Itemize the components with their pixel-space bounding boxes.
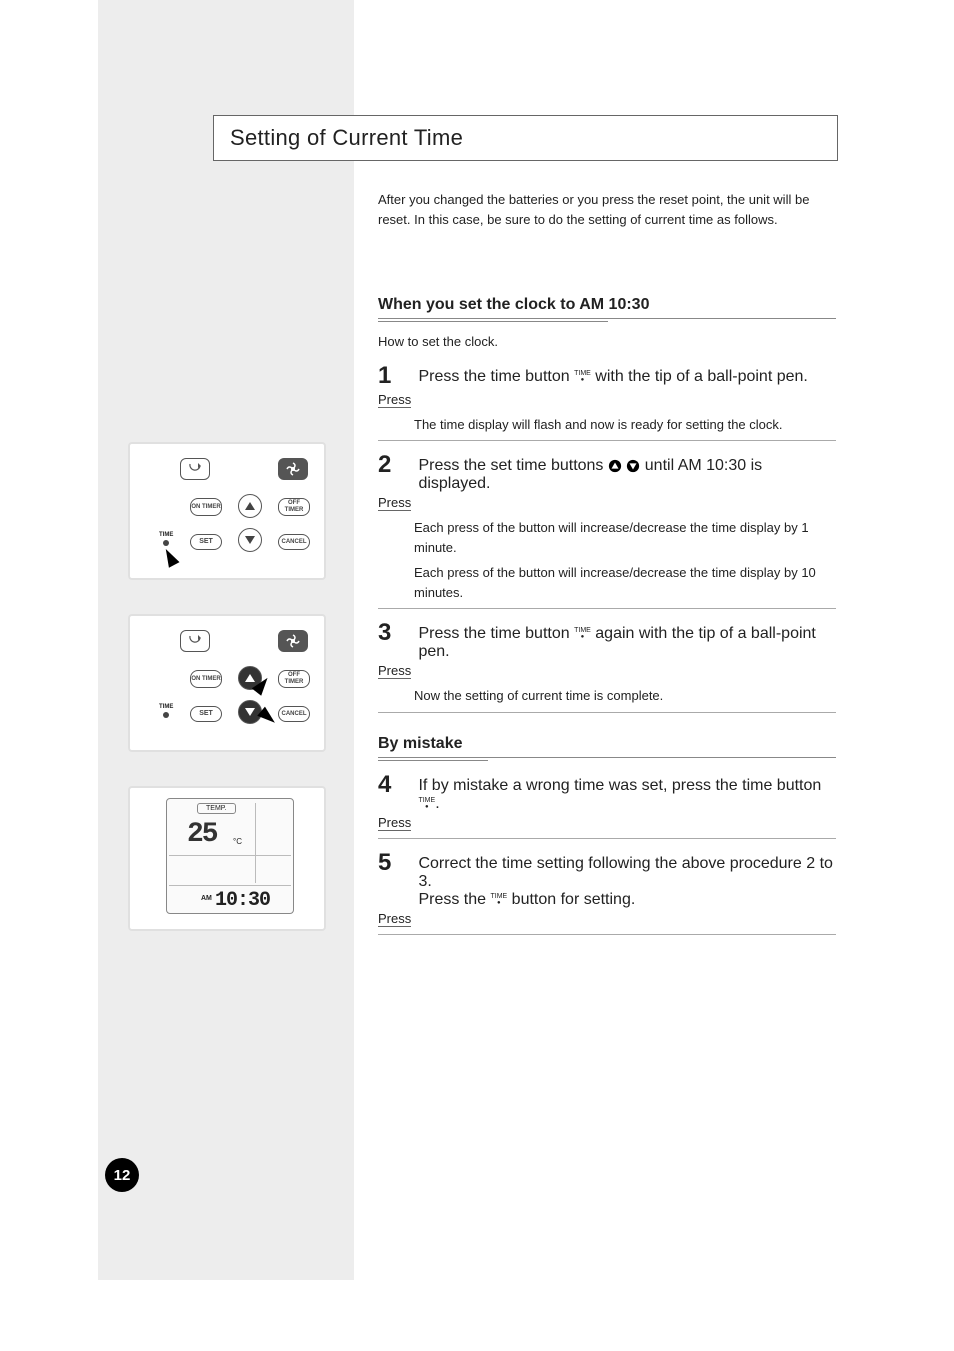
time-up-button: [238, 494, 262, 518]
cancel-button: CANCEL: [278, 534, 310, 550]
time-button-icon: TIME: [574, 370, 591, 383]
lcd-display-panel: TEMP. 25 °C AM 10:30: [128, 786, 326, 931]
step-2-detail2: Each press of the button will increase/d…: [414, 563, 836, 602]
step-3-num: 3: [378, 619, 414, 647]
step-1-press-label: Press: [378, 392, 411, 408]
step-3: 3 Press the time button TIME again with …: [378, 619, 836, 680]
step-1-num: 1: [378, 362, 414, 390]
lcd-temp-value: 25: [187, 819, 217, 850]
fan-button-icon: [278, 630, 308, 652]
time-reset-point-icon: [163, 712, 169, 718]
fan-button-icon: [278, 458, 308, 480]
rule-short: [378, 321, 608, 322]
step-5: 5 Correct the time setting following the…: [378, 849, 836, 928]
time-button-icon: TIME: [574, 627, 591, 640]
page-number-text: 12: [114, 1167, 131, 1184]
step-4-press-label: Press: [378, 815, 411, 831]
step-2-num: 2: [378, 451, 414, 479]
page-number: 12: [105, 1158, 139, 1192]
step-5-num: 5: [378, 849, 414, 877]
lcd-divider-h1: [169, 855, 291, 856]
time-button-icon: TIME: [418, 797, 435, 810]
step1-body: How to set the clock.: [378, 332, 836, 352]
rule: [378, 608, 836, 609]
step-2-press-label: Press: [378, 495, 411, 511]
rule: [378, 838, 836, 839]
lcd-am: AM: [201, 895, 212, 902]
step-4-text: If by mistake a wrong time was set, pres…: [418, 771, 833, 813]
lcd-screen: TEMP. 25 °C AM 10:30: [166, 798, 294, 914]
step-2-detail1: Each press of the button will increase/d…: [414, 518, 836, 557]
off-timer-button: OFF TIMER: [278, 498, 310, 516]
mode-button-icon: [180, 458, 210, 480]
step-5-press-label: Press: [378, 911, 411, 927]
step-4: 4 If by mistake a wrong time was set, pr…: [378, 771, 836, 832]
lcd-temp-label: TEMP.: [197, 803, 236, 814]
intro-text: After you changed the batteries or you p…: [378, 190, 836, 229]
step-2: 2 Press the set time buttons until AM 10…: [378, 451, 836, 512]
up-icon: [608, 459, 622, 473]
pointer-to-time-icon: [160, 546, 179, 568]
lcd-clock: 10:30: [215, 889, 270, 912]
rule: [378, 318, 836, 319]
cancel-button: CANCEL: [278, 706, 310, 722]
step-1: 1 Press the time button TIME with the ti…: [378, 362, 836, 409]
time-button-icon: TIME: [490, 893, 507, 906]
down-icon: [626, 459, 640, 473]
time-reset-point-icon: [163, 540, 169, 546]
step-5-text: Correct the time setting following the a…: [418, 849, 833, 909]
steps-block: When you set the clock to AM 10:30 How t…: [378, 296, 836, 945]
off-timer-button: OFF TIMER: [278, 670, 310, 688]
step-3-text: Press the time button TIME again with th…: [418, 619, 833, 661]
heading-setting: When you set the clock to AM 10:30: [378, 296, 649, 316]
step-3-detail: Now the setting of current time is compl…: [414, 686, 836, 706]
lcd-divider-h2: [169, 885, 291, 886]
step-4-num: 4: [378, 771, 414, 799]
page-title-text: Setting of Current Time: [230, 125, 463, 151]
on-timer-button: ON TIMER: [190, 498, 222, 516]
step-1-text-inner: Press the time button TIME with the tip …: [418, 368, 807, 385]
time-label: TIME: [159, 532, 173, 538]
on-timer-button: ON TIMER: [190, 670, 222, 688]
step-1-detail: The time display will flash and now is r…: [414, 415, 836, 435]
time-down-button: [238, 700, 262, 724]
mode-button-icon: [180, 630, 210, 652]
rule-short: [378, 760, 488, 761]
rule: [378, 757, 836, 758]
heading-mistake: By mistake: [378, 735, 463, 755]
page-title: Setting of Current Time: [213, 115, 838, 161]
rule: [378, 934, 836, 935]
lcd-divider-v: [255, 803, 291, 883]
rule: [378, 712, 836, 713]
step-1-text: Press the time button TIME with the tip …: [418, 362, 833, 386]
remote-panel-2: ON TIMER OFF TIMER TIME SET CANCEL: [128, 614, 326, 752]
time-label: TIME: [159, 704, 173, 710]
time-down-button: [238, 528, 262, 552]
step-3-press-label: Press: [378, 663, 411, 679]
rule: [378, 440, 836, 441]
step-2-text: Press the set time buttons until AM 10:3…: [418, 451, 833, 493]
set-button: SET: [190, 534, 222, 550]
lcd-temp-unit: °C: [233, 837, 242, 846]
set-button: SET: [190, 706, 222, 722]
remote-panel-1: ON TIMER OFF TIMER TIME SET CANCEL: [128, 442, 326, 580]
